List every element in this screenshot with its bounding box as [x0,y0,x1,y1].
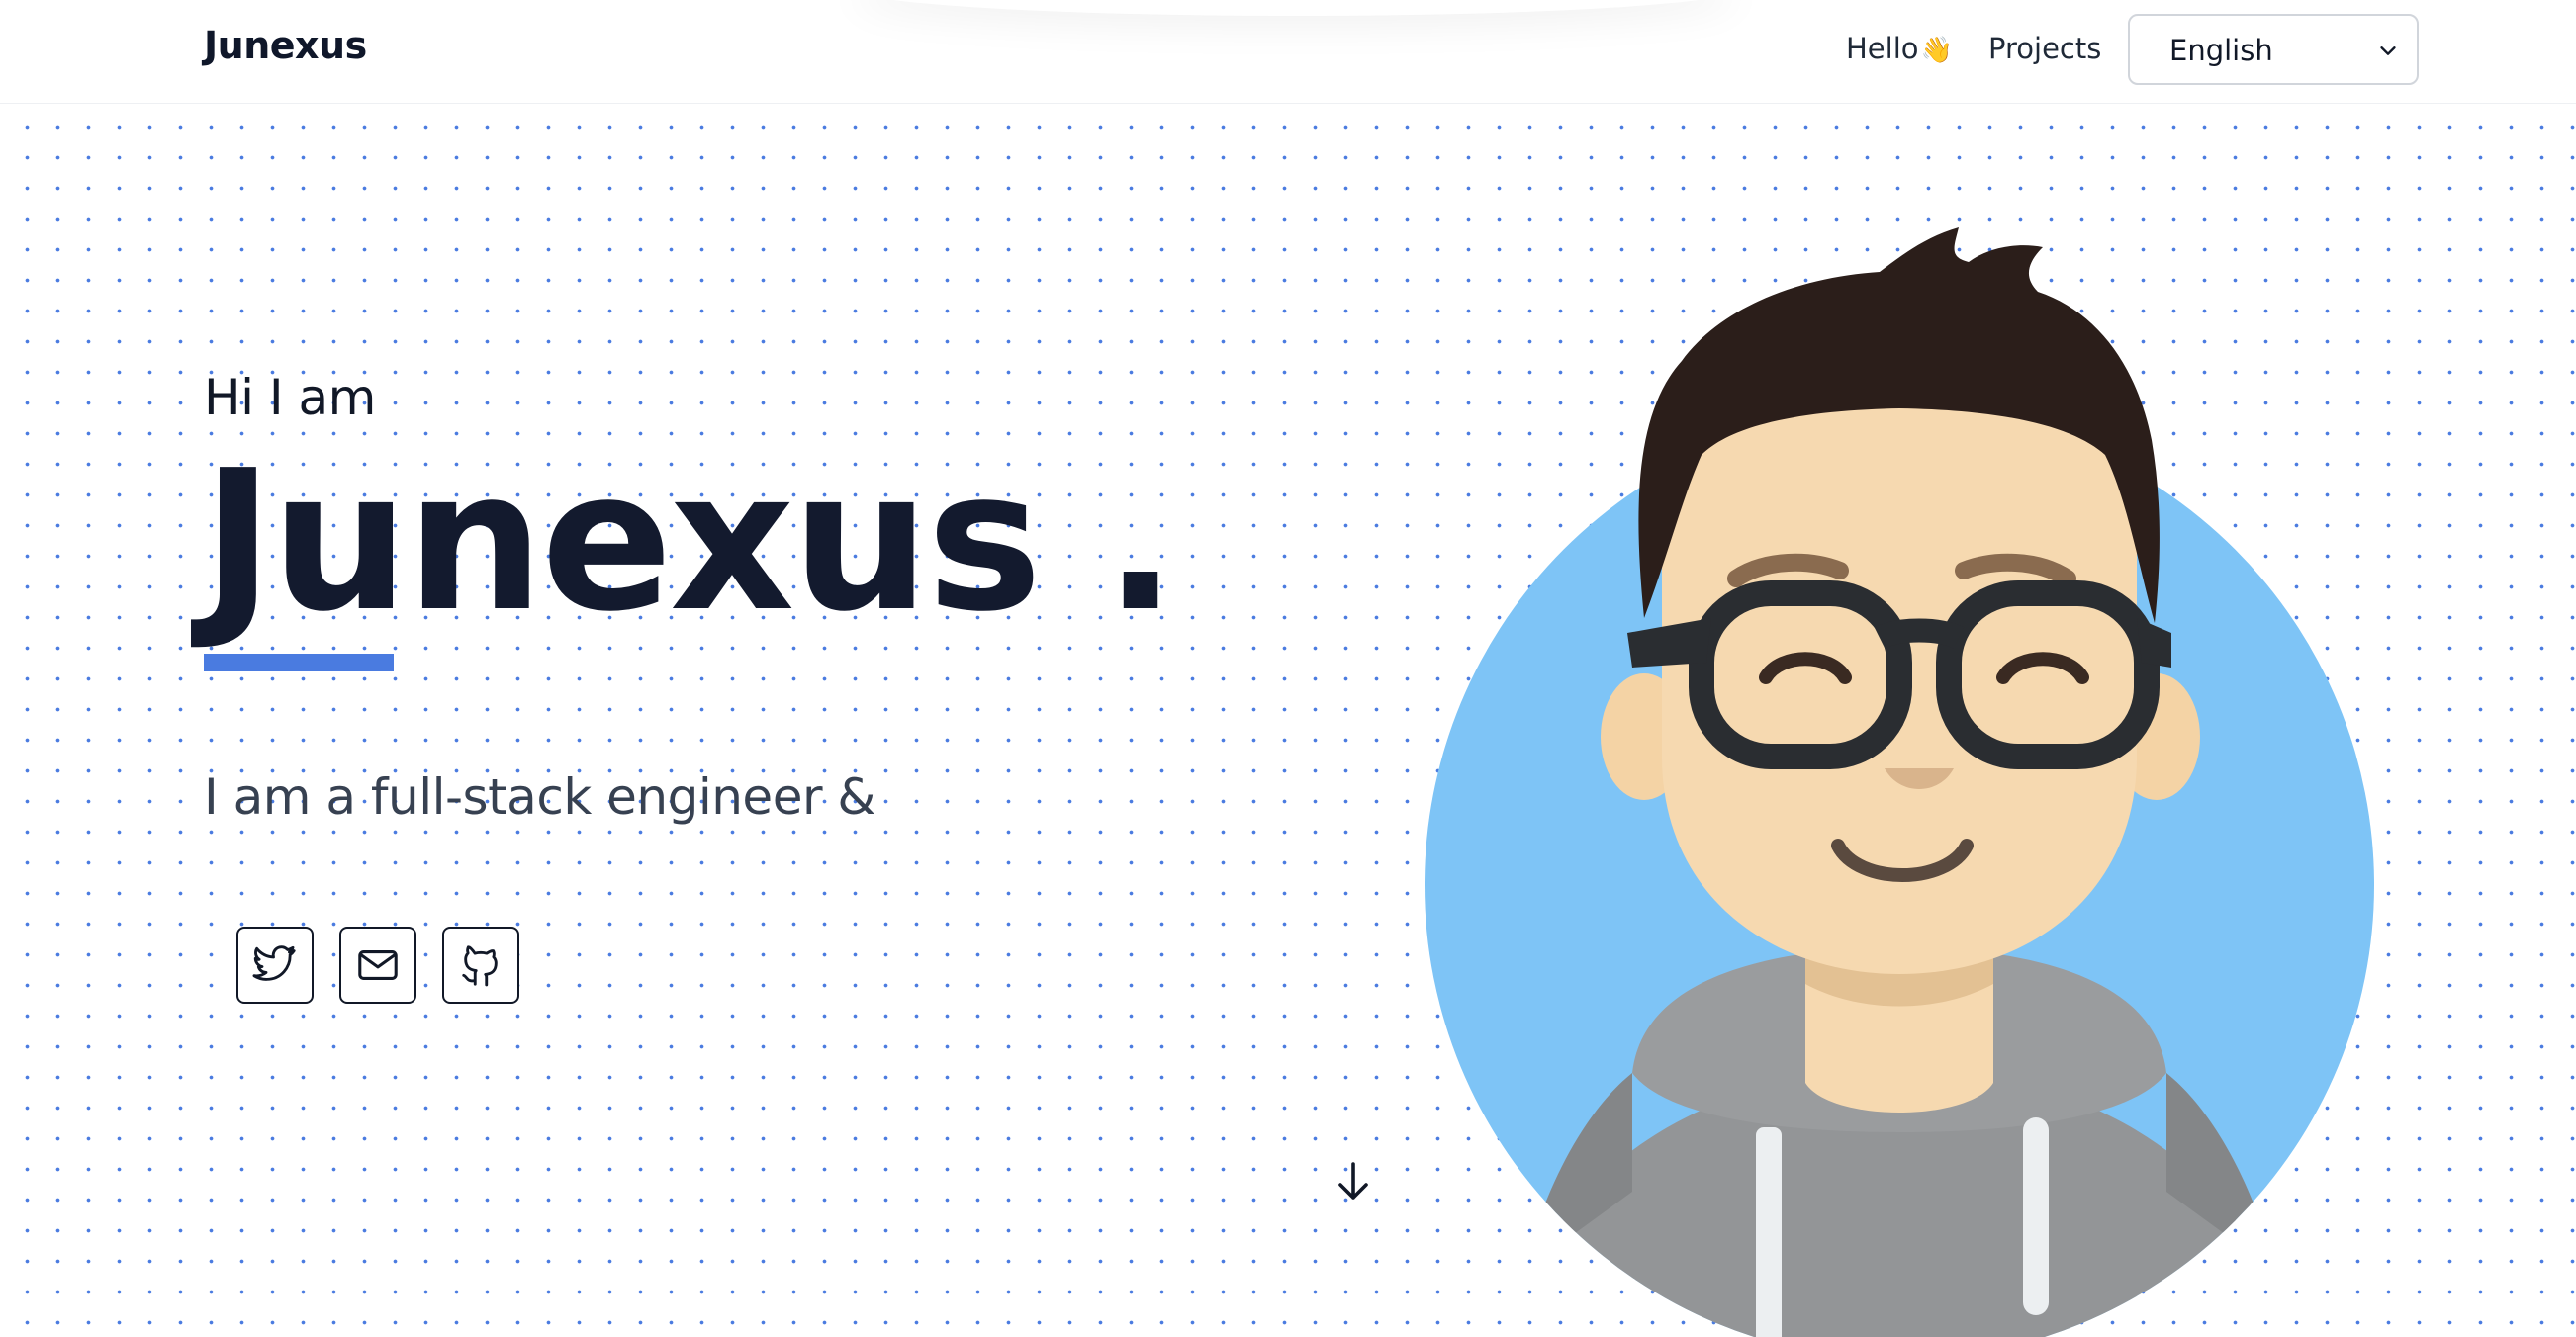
nav-hello-link[interactable]: Hello👋 [1846,32,1953,65]
site-header: Junexus Hello👋 Projects English [0,0,2576,104]
arrow-down-icon[interactable] [1334,1160,1373,1203]
language-select[interactable]: English [2128,14,2419,85]
header-glow [851,0,1741,16]
twitter-icon [252,945,296,981]
name-underline-accent [204,654,394,671]
nav-hello-label: Hello [1846,32,1919,65]
chevron-down-icon [2380,46,2396,55]
page: Junexus Hello👋 Projects English Hi I am … [0,0,2576,1337]
hero-tagline: I am a full-stack engineer & [204,768,875,826]
email-button[interactable] [339,927,416,1004]
twitter-button[interactable] [236,927,314,1004]
hero-name: Junexus . [202,429,1177,655]
brand-logo-link[interactable]: Junexus [204,24,367,67]
language-select-value: English [2169,34,2273,67]
hero-section: Hi I am Junexus . I am a full-stack engi… [0,104,2576,1337]
mail-icon [358,950,398,980]
github-icon [462,945,498,987]
hero-greeting: Hi I am [204,369,376,426]
nav-projects-link[interactable]: Projects [1988,32,2101,65]
waving-hand-icon: 👋 [1920,36,1953,65]
avatar-illustration [1425,227,2374,1337]
github-button[interactable] [442,927,519,1004]
